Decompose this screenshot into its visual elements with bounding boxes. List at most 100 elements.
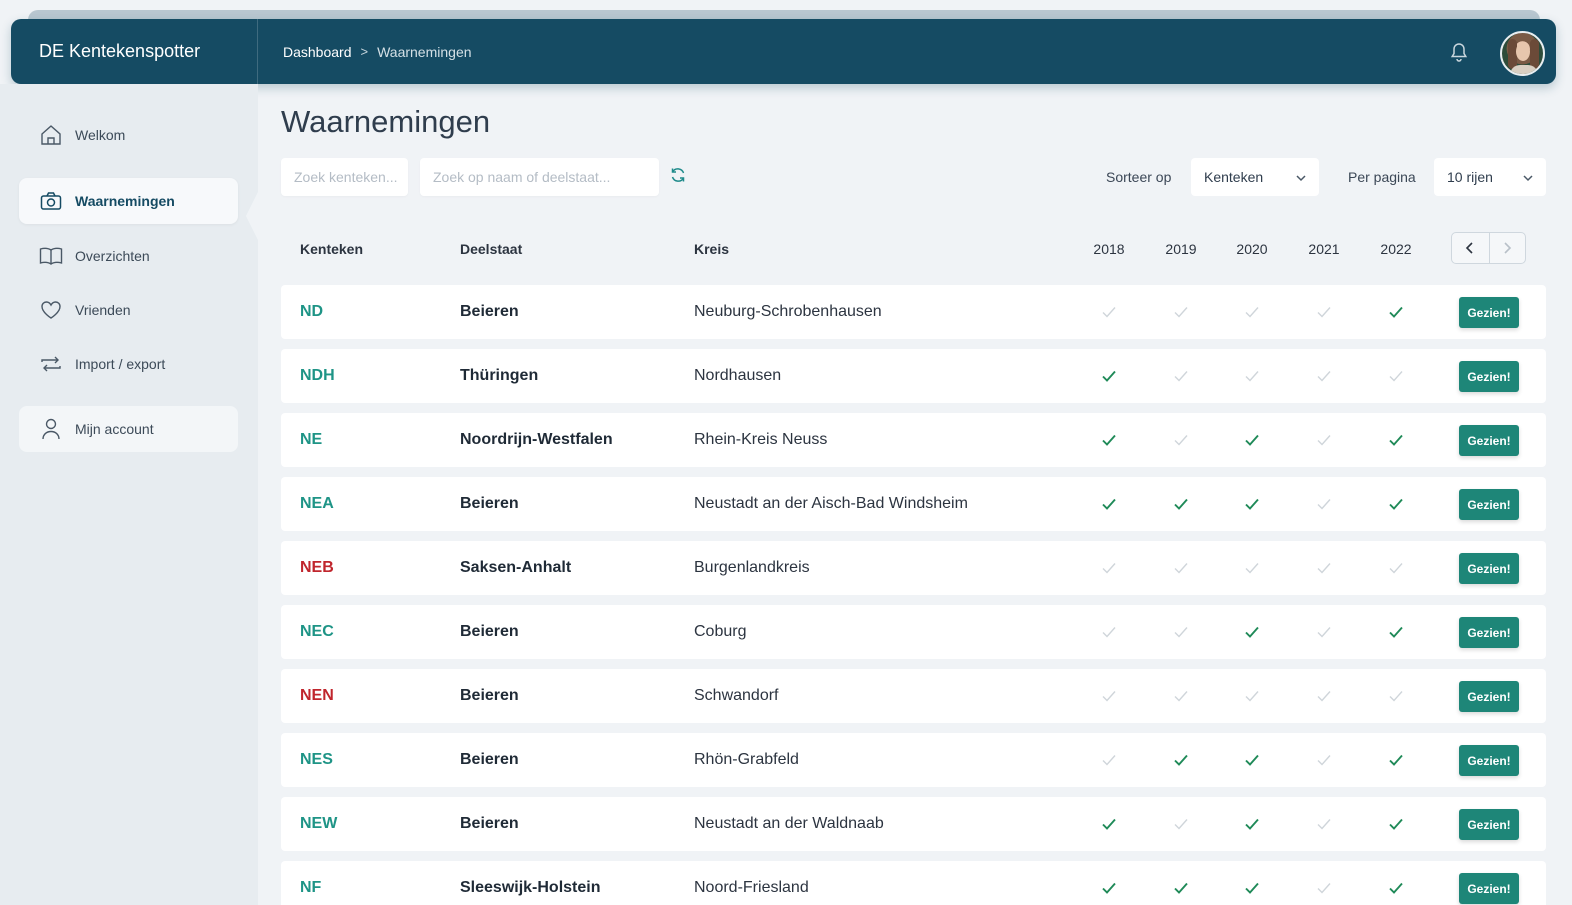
- sort-select-value: Kenteken: [1204, 169, 1264, 185]
- column-header-year: 2021: [1308, 241, 1340, 257]
- check-unseen-icon: [1172, 368, 1190, 384]
- check-unseen-icon: [1172, 624, 1190, 640]
- gezien-button[interactable]: Gezien!: [1459, 361, 1519, 392]
- sidebar-item-import-export[interactable]: Import / export: [19, 341, 238, 387]
- state-name: Saksen-Anhalt: [460, 559, 572, 576]
- check-unseen-icon: [1315, 496, 1333, 512]
- plate-code[interactable]: NF: [300, 861, 321, 905]
- gezien-button[interactable]: Gezien!: [1459, 745, 1519, 776]
- check-seen-icon: [1387, 496, 1405, 512]
- gezien-button[interactable]: Gezien!: [1459, 489, 1519, 520]
- check-unseen-icon: [1387, 560, 1405, 576]
- gezien-button[interactable]: Gezien!: [1459, 297, 1519, 328]
- column-header-kenteken[interactable]: Kenteken: [300, 241, 363, 257]
- kreis-name: Rhein-Kreis Neuss: [694, 431, 828, 448]
- sort-select[interactable]: Kenteken: [1191, 158, 1319, 196]
- state-name: Beieren: [460, 303, 519, 320]
- check-seen-icon: [1100, 880, 1118, 896]
- plate-code[interactable]: NEB: [300, 541, 334, 595]
- state-name: Beieren: [460, 687, 519, 704]
- camera-icon: [39, 189, 63, 213]
- gezien-button[interactable]: Gezien!: [1459, 553, 1519, 584]
- per-page-select[interactable]: 10 rijen: [1434, 158, 1546, 196]
- check-unseen-icon: [1100, 688, 1118, 704]
- check-seen-icon: [1387, 304, 1405, 320]
- top-bar: DE Kentekenspotter Dashboard > Waarnemin…: [11, 19, 1556, 84]
- check-seen-icon: [1100, 496, 1118, 512]
- gezien-button[interactable]: Gezien!: [1459, 873, 1519, 904]
- check-unseen-icon: [1315, 816, 1333, 832]
- year-pager: [1451, 232, 1526, 264]
- check-seen-icon: [1387, 816, 1405, 832]
- chevron-down-icon: [1522, 171, 1534, 187]
- chevron-left-icon[interactable]: [1452, 233, 1489, 263]
- check-unseen-icon: [1172, 432, 1190, 448]
- check-seen-icon: [1172, 496, 1190, 512]
- sidebar-item-vrienden[interactable]: Vrienden: [19, 287, 238, 333]
- check-seen-icon: [1243, 880, 1261, 896]
- column-header-deelstaat[interactable]: Deelstaat: [460, 241, 522, 257]
- sort-label: Sorteer op: [1106, 169, 1172, 185]
- check-seen-icon: [1100, 432, 1118, 448]
- breadcrumb-current: Waarnemingen: [377, 43, 472, 60]
- check-unseen-icon: [1243, 368, 1261, 384]
- breadcrumb: Dashboard > Waarnemingen: [258, 44, 472, 60]
- column-header-kreis[interactable]: Kreis: [694, 241, 729, 257]
- plate-code[interactable]: ND: [300, 285, 323, 339]
- check-seen-icon: [1243, 816, 1261, 832]
- book-icon: [39, 244, 63, 268]
- check-unseen-icon: [1100, 752, 1118, 768]
- plate-code[interactable]: NEN: [300, 669, 334, 723]
- plate-code[interactable]: NES: [300, 733, 333, 787]
- arrows-exchange-icon: [39, 352, 63, 376]
- check-unseen-icon: [1315, 752, 1333, 768]
- bell-icon[interactable]: [1448, 40, 1470, 64]
- plate-code[interactable]: NDH: [300, 349, 335, 403]
- plate-code[interactable]: NE: [300, 413, 322, 467]
- chevron-right-icon[interactable]: [1488, 233, 1526, 263]
- column-header-year: 2022: [1380, 241, 1412, 257]
- sidebar-item-welkom[interactable]: Welkom: [19, 112, 238, 158]
- sidebar-item-waarnemingen[interactable]: Waarnemingen: [19, 178, 238, 224]
- kreis-name: Neustadt an der Waldnaab: [694, 815, 884, 832]
- sidebar-item-overzichten[interactable]: Overzichten: [19, 233, 238, 279]
- state-name: Beieren: [460, 623, 519, 640]
- plate-code[interactable]: NEC: [300, 605, 334, 659]
- gezien-button[interactable]: Gezien!: [1459, 617, 1519, 648]
- check-seen-icon: [1172, 880, 1190, 896]
- column-header-year: 2020: [1236, 241, 1268, 257]
- check-seen-icon: [1243, 432, 1261, 448]
- sidebar-item-mijn-account[interactable]: Mijn account: [19, 406, 238, 452]
- state-name: Beieren: [460, 495, 519, 512]
- search-plate-input[interactable]: [281, 158, 408, 196]
- kreis-name: Rhön-Grabfeld: [694, 751, 799, 768]
- column-header-year: 2019: [1165, 241, 1197, 257]
- check-unseen-icon: [1315, 688, 1333, 704]
- gezien-button[interactable]: Gezien!: [1459, 681, 1519, 712]
- plate-code[interactable]: NEW: [300, 797, 337, 851]
- table-row: ND Beieren Neuburg-Schrobenhausen Gezien!: [281, 285, 1546, 339]
- kreis-name: Nordhausen: [694, 367, 782, 384]
- check-seen-icon: [1243, 496, 1261, 512]
- table-row: NEC Beieren Coburg Gezien!: [281, 605, 1546, 659]
- table-row: NDH Thüringen Nordhausen Gezien!: [281, 349, 1546, 403]
- refresh-icon[interactable]: [669, 166, 689, 186]
- sidebar-item-label: Overzichten: [75, 248, 150, 264]
- kreis-name: Neustadt an der Aisch-Bad Windsheim: [694, 495, 968, 512]
- breadcrumb-dashboard[interactable]: Dashboard: [283, 44, 352, 60]
- gezien-button[interactable]: Gezien!: [1459, 809, 1519, 840]
- gezien-button[interactable]: Gezien!: [1459, 425, 1519, 456]
- check-unseen-icon: [1172, 688, 1190, 704]
- check-seen-icon: [1243, 752, 1261, 768]
- check-seen-icon: [1243, 624, 1261, 640]
- check-unseen-icon: [1100, 560, 1118, 576]
- search-name-input[interactable]: [420, 158, 659, 196]
- user-avatar[interactable]: [1500, 31, 1545, 76]
- plate-code[interactable]: NEA: [300, 477, 334, 531]
- app-title[interactable]: DE Kentekenspotter: [11, 19, 258, 84]
- table-row: NEA Beieren Neustadt an der Aisch-Bad Wind…: [281, 477, 1546, 531]
- sidebar-item-label: Vrienden: [75, 302, 131, 318]
- table-row: NES Beieren Rhön-Grabfeld Gezien!: [281, 733, 1546, 787]
- kreis-name: Noord-Friesland: [694, 879, 809, 896]
- state-name: Noordrijn-Westfalen: [460, 431, 613, 448]
